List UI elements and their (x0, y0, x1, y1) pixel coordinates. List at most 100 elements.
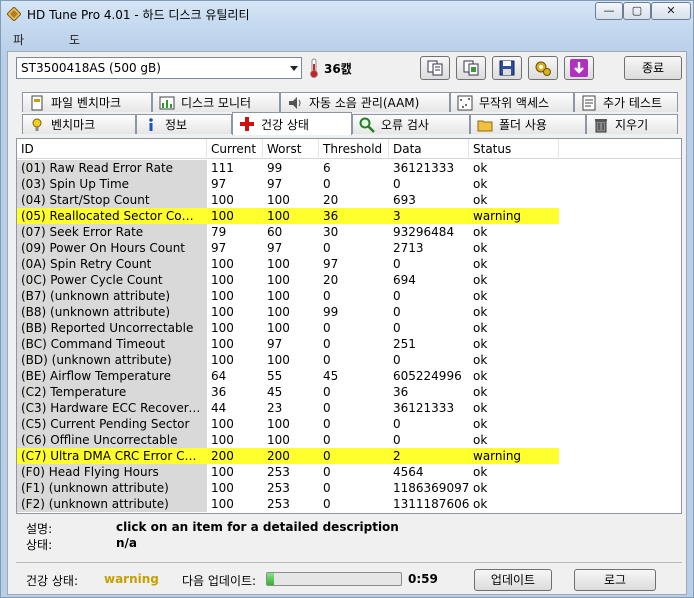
tab-disk-monitor[interactable]: 디스크 모니터 (152, 92, 280, 112)
update-button[interactable]: 업데이트 (474, 569, 552, 591)
copy-text-button[interactable] (420, 56, 450, 80)
cell-current-text: 36 (211, 385, 227, 399)
tab-erase[interactable]: 지우기 (586, 114, 678, 134)
table-row[interactable]: (C3) Hardware ECC Recovered 44 23 0 36121333… (17, 400, 681, 416)
table-row[interactable]: (0C) Power Cycle Count 100 100 20 694 ok (17, 272, 681, 288)
cell-current: 100 (207, 480, 263, 496)
info-icon (149, 117, 153, 131)
cell-status: ok (469, 176, 559, 192)
erase-icon (595, 118, 607, 132)
tab-info[interactable]: 정보 (136, 114, 232, 134)
copy-screenshot-button[interactable] (456, 56, 486, 80)
table-row[interactable]: (03) Spin Up Time 97 97 0 0 ok (17, 176, 681, 192)
table-row[interactable]: (BB) Reported Uncorrectable 100 100 0 0 ok (17, 320, 681, 336)
cell-threshold: 0 (319, 432, 389, 448)
cell-id: (05) Reallocated Sector Count (17, 208, 207, 224)
cell-status-text: ok (473, 465, 488, 479)
tab-aam[interactable]: 자동 소음 관리(AAM) (280, 92, 450, 112)
cell-status-text: ok (473, 241, 488, 255)
table-row[interactable]: (BE) Airflow Temperature 64 55 45 605224996 o… (17, 368, 681, 384)
description-panel: 설명: click on an item for a detailed desc… (16, 518, 682, 562)
options-button[interactable] (528, 56, 558, 80)
download-icon (570, 59, 588, 77)
tab-file-benchmark[interactable]: 파일 벤치마크 (22, 92, 152, 112)
cell-id-text: (C7) Ultra DMA CRC Error Count (21, 449, 201, 463)
cell-worst: 100 (263, 416, 319, 432)
table-row[interactable]: (F0) Head Flying Hours 100 253 0 4564 ok (17, 464, 681, 480)
cell-current: 100 (207, 256, 263, 272)
cell-data-text: 1186369097 (393, 481, 469, 495)
save-button[interactable] (492, 56, 522, 80)
header-threshold[interactable]: Threshold (319, 139, 389, 159)
cell-id-text: (0A) Spin Retry Count (21, 257, 152, 271)
table-row[interactable]: (07) Seek Error Rate 79 60 30 93296484 ok (17, 224, 681, 240)
table-row[interactable]: (04) Start/Stop Count 100 100 20 693 ok (17, 192, 681, 208)
download-button[interactable] (564, 56, 594, 80)
table-row[interactable]: (B8) (unknown attribute) 100 100 99 0 ok (17, 304, 681, 320)
cell-id: (09) Power On Hours Count (17, 240, 207, 256)
minimize-button[interactable]: — (595, 2, 623, 20)
cell-data-text: 0 (393, 257, 401, 271)
close-button[interactable]: ✕ (651, 2, 691, 20)
cell-current-text: 100 (211, 193, 234, 207)
table-row[interactable]: (C7) Ultra DMA CRC Error Count 200 200 0 2 wa… (17, 448, 681, 464)
chevron-down-icon[interactable] (290, 66, 298, 71)
app-window: HD Tune Pro 4.01 - 하드 디스크 유틸리티 — ▢ ✕ 파일(… (0, 0, 694, 598)
tab-label: 추가 테스트 (603, 96, 663, 110)
cell-status: ok (469, 352, 559, 368)
tab-folder-usage[interactable]: 폴더 사용 (470, 114, 586, 134)
tab-row-bottom: 벤치마크 정보 건강 상태 오류 검사 폴더 사용 지우기 (16, 112, 682, 135)
cell-worst: 253 (263, 480, 319, 496)
tab-label: 파일 벤치마크 (51, 96, 122, 110)
tab-benchmark[interactable]: 벤치마크 (22, 114, 136, 134)
cell-data: 0 (389, 352, 469, 368)
table-row[interactable]: (05) Reallocated Sector Count 100 100 36 3 wa… (17, 208, 681, 224)
tab-extra-tests[interactable]: 추가 테스트 (574, 92, 678, 112)
cell-current: 100 (207, 352, 263, 368)
header-status[interactable]: Status (469, 139, 559, 159)
header-id[interactable]: ID (17, 139, 207, 159)
cell-threshold: 30 (319, 224, 389, 240)
maximize-button[interactable]: ▢ (623, 2, 651, 20)
table-row[interactable]: (BD) (unknown attribute) 100 100 0 0 ok (17, 352, 681, 368)
header-worst[interactable]: Worst (263, 139, 319, 159)
cell-threshold-text: 6 (323, 161, 331, 175)
cell-id: (C2) Temperature (17, 384, 207, 400)
smart-table[interactable]: ID Current Worst Threshold Data Status (… (16, 138, 682, 514)
cell-current-text: 100 (211, 209, 234, 223)
table-row[interactable]: (C5) Current Pending Sector 100 100 0 0 ok (17, 416, 681, 432)
cell-current-text: 100 (211, 321, 234, 335)
log-button[interactable]: 로그 (574, 569, 656, 591)
header-current[interactable]: Current (207, 139, 263, 159)
table-row[interactable]: (BC) Command Timeout 100 97 0 251 ok (17, 336, 681, 352)
copy-screenshot-icon (463, 60, 479, 76)
cell-id: (B7) (unknown attribute) (17, 288, 207, 304)
tab-error-scan[interactable]: 오류 검사 (352, 114, 470, 134)
tab-label: 건강 상태 (261, 117, 309, 132)
cell-threshold: 0 (319, 464, 389, 480)
cell-threshold: 0 (319, 480, 389, 496)
cell-data-text: 36121333 (393, 161, 455, 175)
table-row[interactable]: (F2) (unknown attribute) 100 253 0 131118760… (17, 496, 681, 512)
drive-select[interactable]: ST3500418AS (500 gB) (16, 57, 302, 79)
table-row[interactable]: (01) Raw Read Error Rate 111 99 6 36121333 ok (17, 160, 681, 176)
tab-health[interactable]: 건강 상태 (232, 112, 352, 135)
table-row[interactable]: (09) Power On Hours Count 97 97 0 2713 ok (17, 240, 681, 256)
cell-data: 0 (389, 288, 469, 304)
cell-data-text: 0 (393, 177, 401, 191)
table-row[interactable]: (F1) (unknown attribute) 100 253 0 118636909… (17, 480, 681, 496)
tab-random-access[interactable]: 무작위 액세스 (450, 92, 574, 112)
cell-threshold: 0 (319, 384, 389, 400)
title-bar[interactable]: HD Tune Pro 4.01 - 하드 디스크 유틸리티 — ▢ ✕ (1, 1, 693, 27)
table-row[interactable]: (B7) (unknown attribute) 100 100 0 0 ok (17, 288, 681, 304)
cell-threshold-text: 0 (323, 177, 331, 191)
header-data[interactable]: Data (389, 139, 469, 159)
table-row[interactable]: (C6) Offline Uncorrectable 100 100 0 0 ok (17, 432, 681, 448)
cell-threshold-text: 0 (323, 321, 331, 335)
exit-button[interactable]: 종료 (624, 56, 682, 80)
cell-current: 111 (207, 160, 263, 176)
table-row[interactable]: (C2) Temperature 36 45 0 36 ok (17, 384, 681, 400)
table-row[interactable]: (0A) Spin Retry Count 100 100 97 0 ok (17, 256, 681, 272)
cell-current-text: 200 (211, 449, 234, 463)
cell-current-text: 100 (211, 353, 234, 367)
